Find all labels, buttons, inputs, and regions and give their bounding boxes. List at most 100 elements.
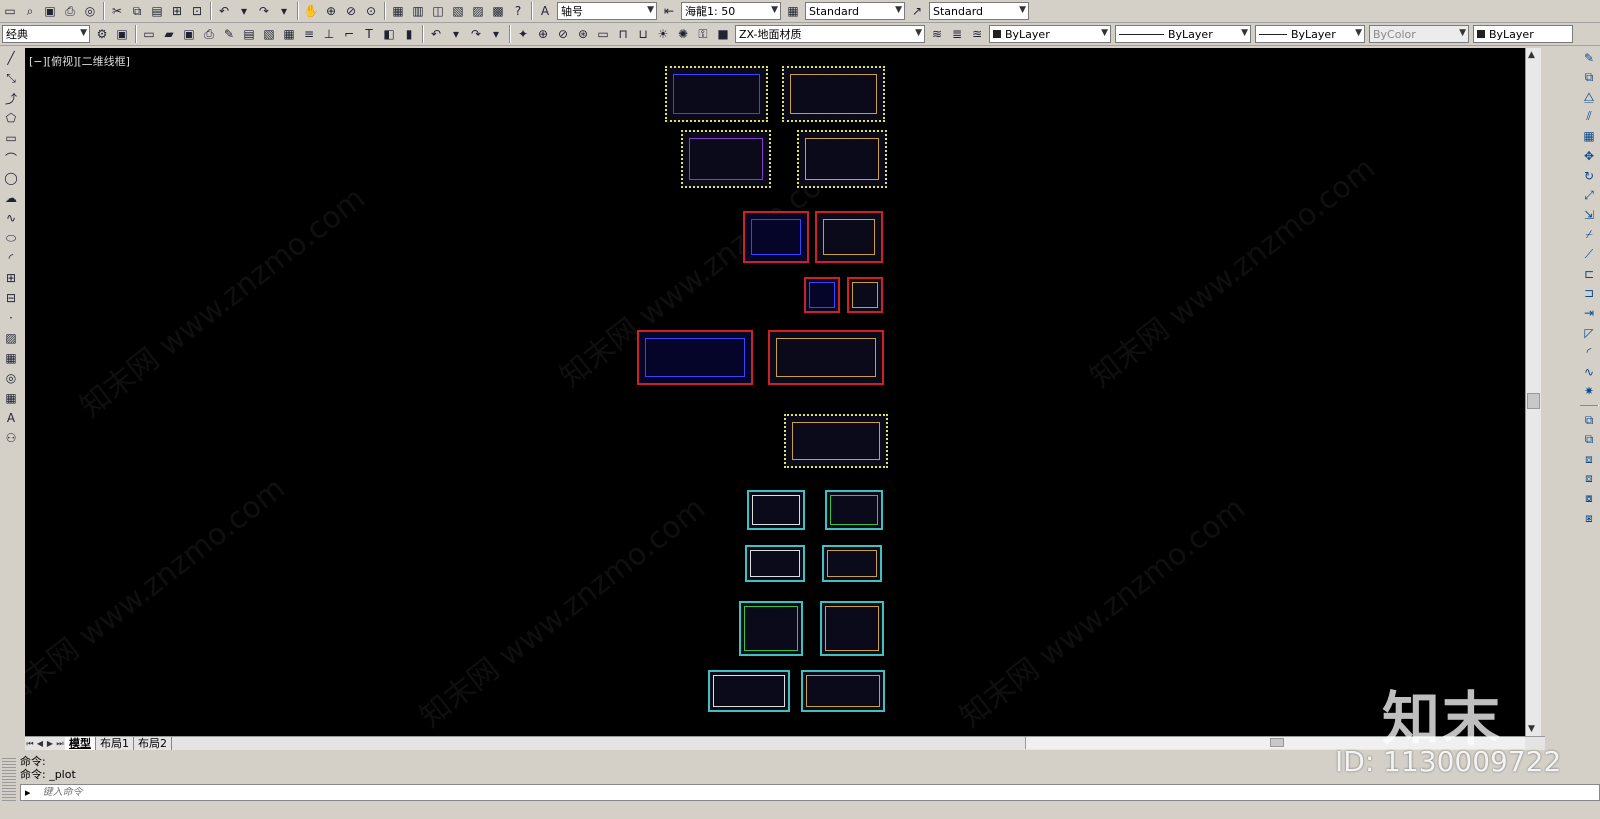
- floor-plan-sheet[interactable]: [797, 130, 887, 188]
- zoom-realtime-icon[interactable]: ⊕: [322, 2, 340, 20]
- floor-plan-sheet[interactable]: [820, 601, 884, 656]
- blend-icon[interactable]: ∿: [1580, 363, 1598, 381]
- pan-icon[interactable]: ✋: [302, 2, 320, 20]
- book-icon[interactable]: ▮: [400, 25, 418, 43]
- explode-icon[interactable]: ✷: [1580, 383, 1598, 401]
- dim-style-select[interactable]: 海龍1: 50 ▼: [681, 2, 781, 20]
- floor-plan-sheet[interactable]: [708, 670, 790, 712]
- spline-icon[interactable]: ∿: [2, 209, 20, 227]
- text-icon[interactable]: ≡: [300, 25, 318, 43]
- polygon-icon[interactable]: ⬠: [2, 109, 20, 127]
- zoom-window-icon[interactable]: ⊘: [342, 2, 360, 20]
- dim-style-icon[interactable]: ⇤: [660, 2, 678, 20]
- arc-icon[interactable]: ⌒: [2, 149, 20, 167]
- floor-plan-sheet[interactable]: [665, 66, 768, 122]
- markup-icon[interactable]: ▨: [469, 2, 487, 20]
- text-front-icon[interactable]: ⧇: [1580, 490, 1598, 508]
- floor-plan-sheet[interactable]: [847, 277, 883, 313]
- tab-layout2[interactable]: 布局2: [134, 737, 172, 750]
- scroll-up-icon[interactable]: ▲: [1528, 50, 1535, 60]
- undo-icon[interactable]: ↶: [427, 25, 445, 43]
- match-properties-icon[interactable]: ⊞: [168, 2, 186, 20]
- floor-plan-sheet[interactable]: [739, 601, 803, 656]
- dimension-icon[interactable]: ⊥: [320, 25, 338, 43]
- layer-isolate-icon[interactable]: ⊕: [534, 25, 552, 43]
- undo-dropdown-icon[interactable]: ▾: [235, 2, 253, 20]
- print-icon[interactable]: ⎙: [61, 2, 79, 20]
- circle-icon[interactable]: ◯: [2, 169, 20, 187]
- sheet-set-icon[interactable]: ▧: [449, 2, 467, 20]
- stretch-icon[interactable]: ⇲: [1580, 206, 1598, 224]
- sun-icon[interactable]: ✺: [674, 25, 692, 43]
- scroll-down-icon[interactable]: ▼: [1528, 724, 1535, 734]
- floor-plan-sheet[interactable]: [804, 277, 840, 313]
- polyline-icon[interactable]: ⤴: [2, 89, 20, 107]
- command-prompt-icon[interactable]: ▸: [25, 786, 31, 799]
- open-icon[interactable]: ▰: [160, 25, 178, 43]
- prev-tab-icon[interactable]: ◀: [35, 739, 45, 748]
- ellipse-icon[interactable]: ⬭: [2, 229, 20, 247]
- point-icon[interactable]: ·: [2, 309, 20, 327]
- insert-block-icon[interactable]: ⊞: [2, 269, 20, 287]
- table-icon[interactable]: ▦: [280, 25, 298, 43]
- add-selected-icon[interactable]: ⚇: [2, 429, 20, 447]
- title-icon[interactable]: T: [360, 25, 378, 43]
- layer-properties-icon[interactable]: ✦: [514, 25, 532, 43]
- design-center-icon[interactable]: ▥: [409, 2, 427, 20]
- workspace-icon[interactable]: ▣: [113, 25, 131, 43]
- revcloud-icon[interactable]: ☁: [2, 189, 20, 207]
- make-block-icon[interactable]: ⊟: [2, 289, 20, 307]
- color-select[interactable]: ByLayer ▼: [989, 25, 1111, 43]
- make-current-icon[interactable]: ≋: [928, 25, 946, 43]
- copy-icon[interactable]: ⧉: [128, 2, 146, 20]
- line-icon[interactable]: ╱: [2, 49, 20, 67]
- copy-object-icon[interactable]: ⧉: [1580, 69, 1598, 87]
- redo-icon[interactable]: ↷: [467, 25, 485, 43]
- layer-previous-icon[interactable]: ⊘: [554, 25, 572, 43]
- floor-plan-sheet[interactable]: [681, 130, 771, 188]
- layer-states-icon[interactable]: ≣: [948, 25, 966, 43]
- print-icon[interactable]: ⎙: [200, 25, 218, 43]
- undo-icon[interactable]: ↶: [215, 2, 233, 20]
- redo-dropdown-icon[interactable]: ▾: [487, 25, 505, 43]
- join-icon[interactable]: ⇥: [1580, 304, 1598, 322]
- command-grip[interactable]: [2, 757, 16, 801]
- floor-plan-sheet[interactable]: [637, 330, 753, 385]
- bring-above-icon[interactable]: ⧈: [1580, 450, 1598, 468]
- cut-icon[interactable]: ✂: [108, 2, 126, 20]
- vertical-scrollbar[interactable]: ▲ ▼: [1525, 48, 1541, 736]
- floor-plan-sheet[interactable]: [745, 545, 805, 582]
- extend-icon[interactable]: ⟋: [1580, 245, 1598, 263]
- layer-match-icon[interactable]: ▭: [594, 25, 612, 43]
- table-style-icon[interactable]: ▦: [784, 2, 802, 20]
- redo-icon[interactable]: ↷: [255, 2, 273, 20]
- floor-plan-sheet[interactable]: [784, 414, 888, 468]
- help-icon[interactable]: ?: [509, 2, 527, 20]
- save-icon[interactable]: ▣: [41, 2, 59, 20]
- save-icon[interactable]: ▣: [180, 25, 198, 43]
- plot-preview-icon[interactable]: ◎: [81, 2, 99, 20]
- layer-lock-icon[interactable]: ⊔: [634, 25, 652, 43]
- layout-icon[interactable]: ▧: [260, 25, 278, 43]
- zoom-previous-icon[interactable]: ⊙: [362, 2, 380, 20]
- floor-plan-sheet[interactable]: [825, 490, 883, 530]
- chamfer-icon[interactable]: ◸: [1580, 324, 1598, 342]
- layer-freeze-icon[interactable]: ⊓: [614, 25, 632, 43]
- plotstyle-select[interactable]: ByColor ▼: [1369, 25, 1469, 43]
- image-icon[interactable]: ◧: [380, 25, 398, 43]
- workspace-select[interactable]: 经典 ▼: [2, 25, 90, 43]
- extra-property-select[interactable]: ByLayer: [1473, 25, 1573, 43]
- draw-order-front-icon[interactable]: ⧉: [1580, 411, 1598, 429]
- viewport-controls[interactable]: [−][俯视][二维线框]: [29, 53, 130, 69]
- drawing-canvas[interactable]: [−][俯视][二维线框] 知末网 www.znzmo.com 知末网 www.…: [25, 48, 1525, 736]
- lineweight-select[interactable]: ByLayer ▼: [1255, 25, 1365, 43]
- multileader-style-select[interactable]: Standard ▼: [929, 2, 1029, 20]
- construction-line-icon[interactable]: ⤡: [2, 69, 20, 87]
- tab-layout1[interactable]: 布局1: [96, 737, 134, 750]
- floor-plan-sheet[interactable]: [801, 670, 885, 712]
- last-tab-icon[interactable]: ⏭: [55, 739, 65, 749]
- array-icon[interactable]: ▦: [1580, 128, 1598, 146]
- fillet-icon[interactable]: ◜: [1580, 343, 1598, 361]
- mirror-icon[interactable]: ⧋: [1580, 88, 1598, 106]
- text-style-select[interactable]: 轴号 ▼: [557, 2, 657, 20]
